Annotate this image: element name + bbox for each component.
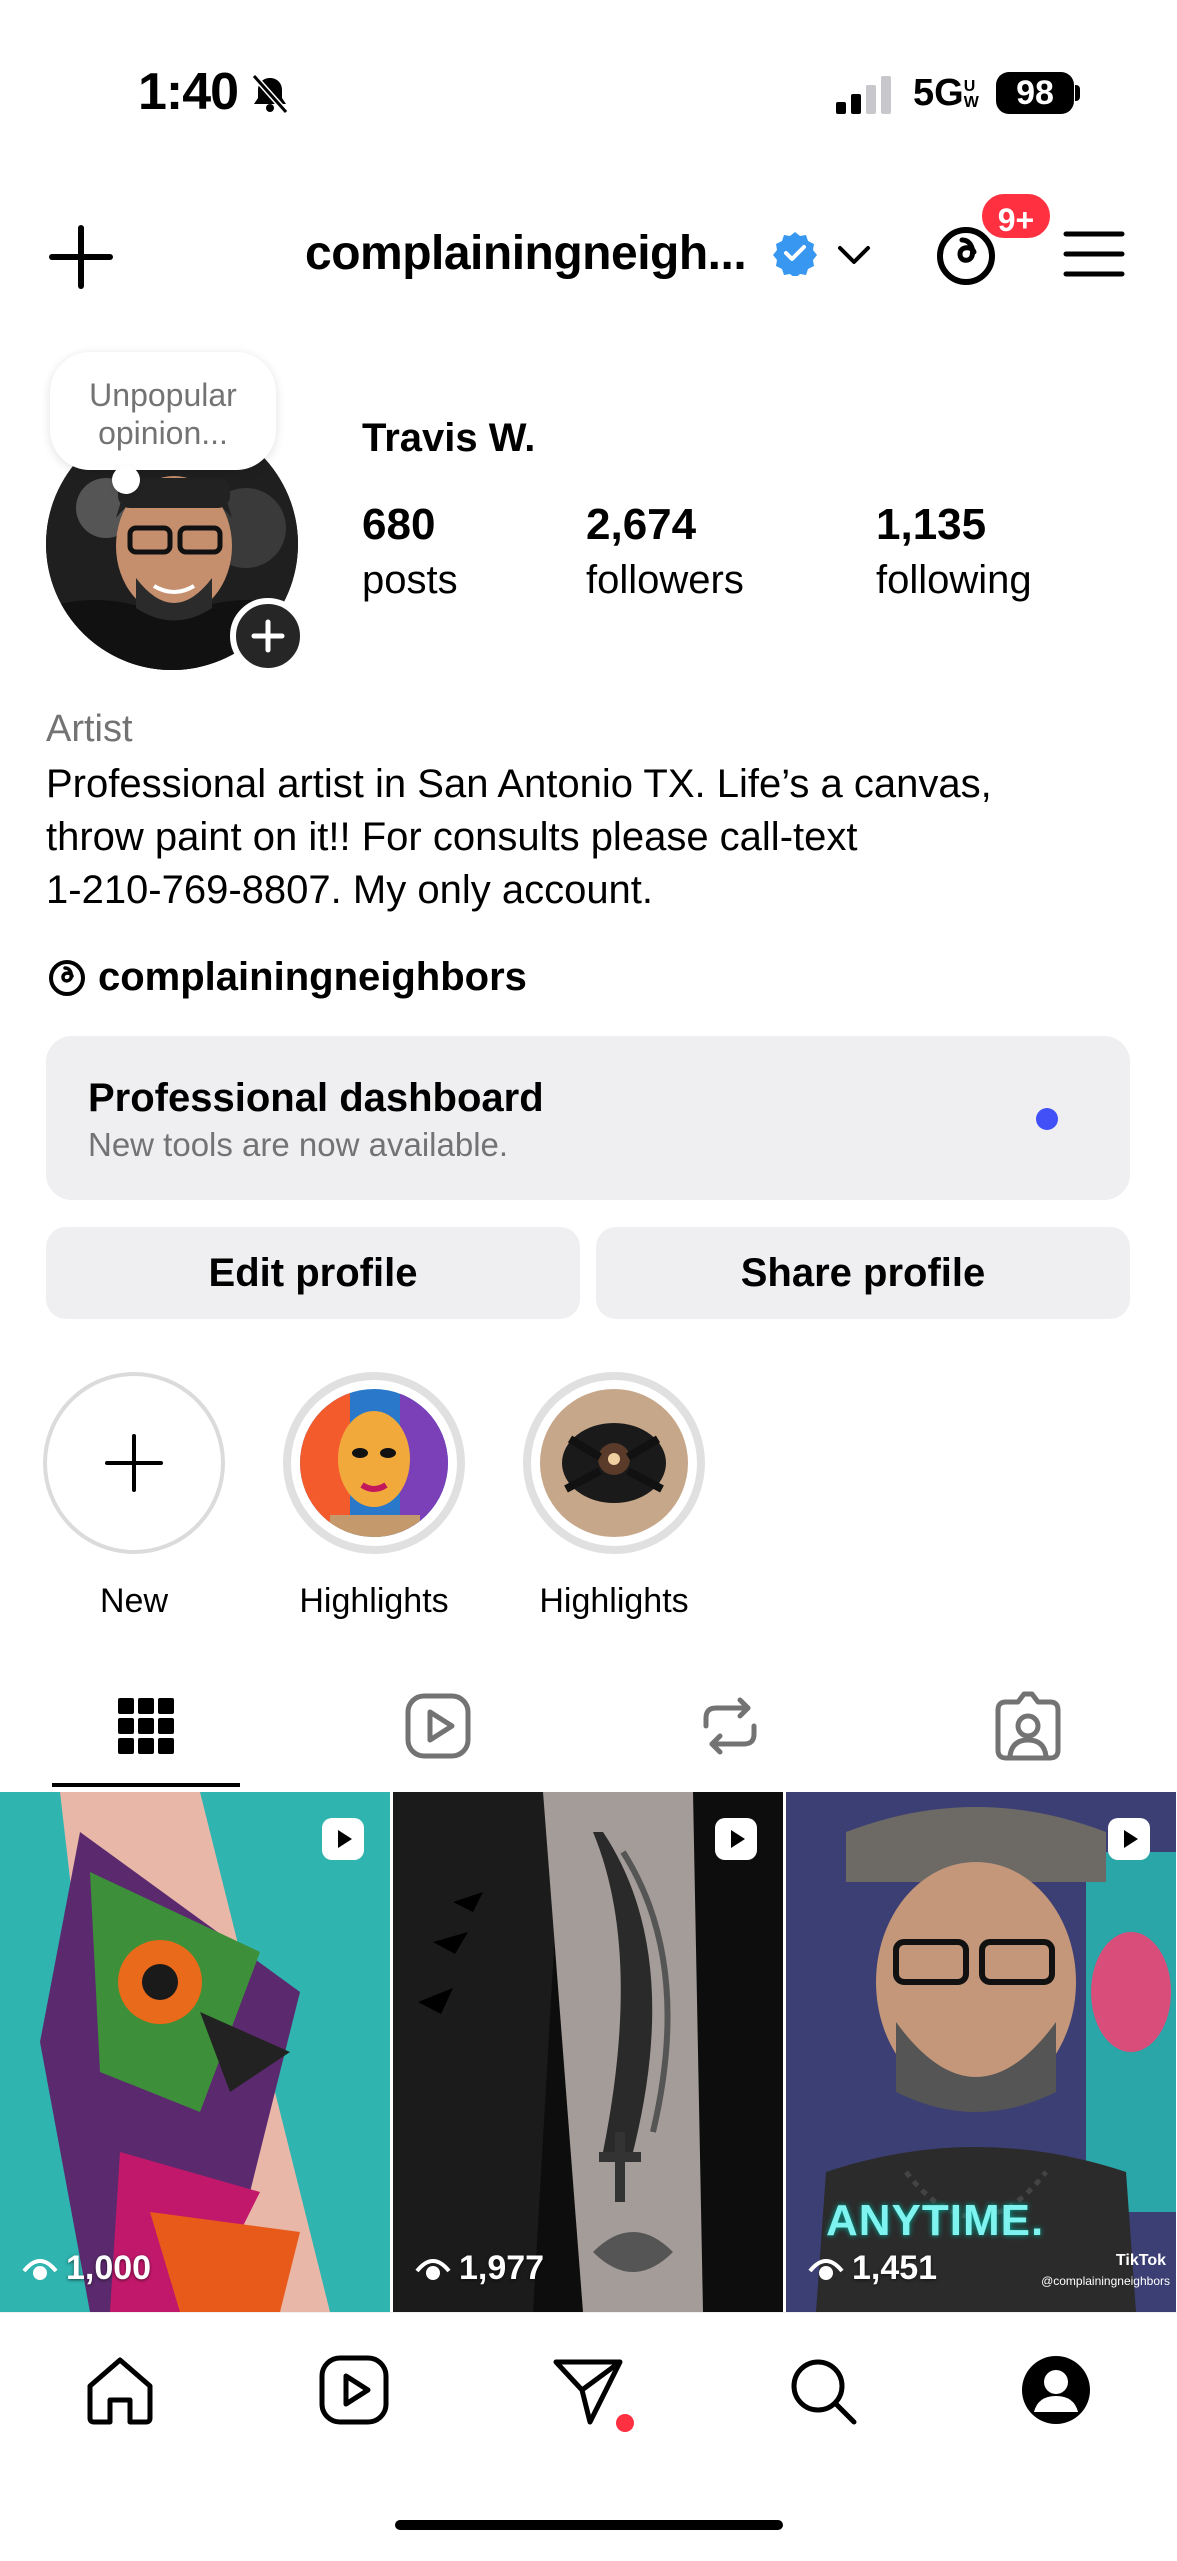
post-tile[interactable]: 1,977 <box>393 1792 783 2312</box>
messages-paper-plane-icon[interactable] <box>550 2352 626 2428</box>
plus-icon <box>105 1434 163 1492</box>
edit-profile-button[interactable]: Edit profile <box>46 1227 580 1319</box>
highlight-ring <box>523 1372 705 1554</box>
stat-following[interactable]: 1,135 following <box>876 500 1032 603</box>
view-count: 1,451 <box>808 2249 937 2288</box>
grid-icon[interactable] <box>108 1688 184 1764</box>
dashboard-title: Professional dashboard <box>88 1076 544 1120</box>
reposts-icon[interactable] <box>692 1688 768 1764</box>
silent-bell-icon <box>251 74 289 114</box>
home-icon[interactable] <box>82 2352 158 2428</box>
share-profile-button[interactable]: Share profile <box>596 1227 1130 1319</box>
reels-icon[interactable] <box>400 1688 476 1764</box>
post-tile[interactable]: ANYTIME. TikTok @complainingneighbors 1,… <box>786 1792 1176 2312</box>
plus-icon <box>251 619 285 653</box>
highlight-item[interactable]: Highlights <box>280 1372 468 1621</box>
notification-badge: 9+ <box>978 190 1054 242</box>
stat-posts[interactable]: 680 posts <box>362 500 458 603</box>
post-overlay-text: ANYTIME. <box>826 2196 1045 2245</box>
professional-dashboard[interactable]: Professional dashboard New tools are now… <box>46 1036 1130 1200</box>
eye-icon <box>22 2258 58 2280</box>
bio-phone[interactable]: 1-210-769-8807. My only account. <box>46 864 1136 917</box>
profile-full-name: Travis W. <box>362 416 536 460</box>
add-story-button[interactable] <box>230 598 306 674</box>
search-icon[interactable] <box>784 2352 860 2428</box>
cellular-signal-icon <box>836 76 891 114</box>
profile-bio: Professional artist in San Antonio TX. L… <box>46 758 1136 917</box>
home-indicator <box>395 2520 783 2530</box>
profile-avatar-icon[interactable] <box>1018 2352 1094 2428</box>
eye-icon <box>415 2258 451 2280</box>
post-thumbnail <box>0 1792 390 2312</box>
tiktok-watermark: TikTok <box>1115 2252 1166 2269</box>
view-count: 1,000 <box>22 2249 151 2288</box>
new-indicator-dot <box>1036 1108 1058 1130</box>
view-count: 1,977 <box>415 2249 544 2288</box>
note-text: Unpopular opinion... <box>89 377 237 451</box>
profile-category: Artist <box>46 708 133 750</box>
reel-badge-icon <box>322 1818 364 1860</box>
highlight-cover-image <box>540 1389 688 1537</box>
note-bubble-tail <box>112 466 140 494</box>
active-tab-indicator <box>52 1783 240 1787</box>
tiktok-watermark-handle: @complainingneighbors <box>1041 2274 1170 2288</box>
post-thumbnail <box>393 1792 783 2312</box>
network-type: 5GUW <box>913 72 979 114</box>
status-time: 1:40 <box>138 63 239 121</box>
battery-cap <box>1075 85 1080 101</box>
post-tile[interactable]: 1,000 <box>0 1792 390 2312</box>
highlight-cover-image <box>300 1389 448 1537</box>
create-plus-icon[interactable] <box>46 222 116 292</box>
threads-icon <box>49 960 85 996</box>
unread-dot <box>616 2414 634 2432</box>
verified-badge-icon <box>773 232 817 276</box>
reels-nav-icon[interactable] <box>316 2352 392 2428</box>
highlight-item[interactable]: Highlights <box>520 1372 708 1621</box>
chevron-down-icon[interactable] <box>834 240 874 270</box>
menu-hamburger-icon[interactable] <box>1062 226 1126 282</box>
battery-indicator: 98 <box>996 72 1074 114</box>
threads-link[interactable]: complainingneighbors <box>46 952 527 1002</box>
profile-note-bubble[interactable]: Unpopular opinion... <box>50 352 276 470</box>
reel-badge-icon <box>1108 1818 1150 1860</box>
eye-icon <box>808 2258 844 2280</box>
reel-badge-icon <box>715 1818 757 1860</box>
stat-followers[interactable]: 2,674 followers <box>586 500 744 603</box>
highlight-ring <box>283 1372 465 1554</box>
dashboard-subtitle: New tools are now available. <box>88 1126 509 1163</box>
tagged-icon[interactable] <box>990 1688 1066 1764</box>
highlight-new[interactable]: New <box>40 1372 228 1621</box>
account-username[interactable]: complainingneigh... <box>305 226 747 281</box>
highlight-ring <box>43 1372 225 1554</box>
